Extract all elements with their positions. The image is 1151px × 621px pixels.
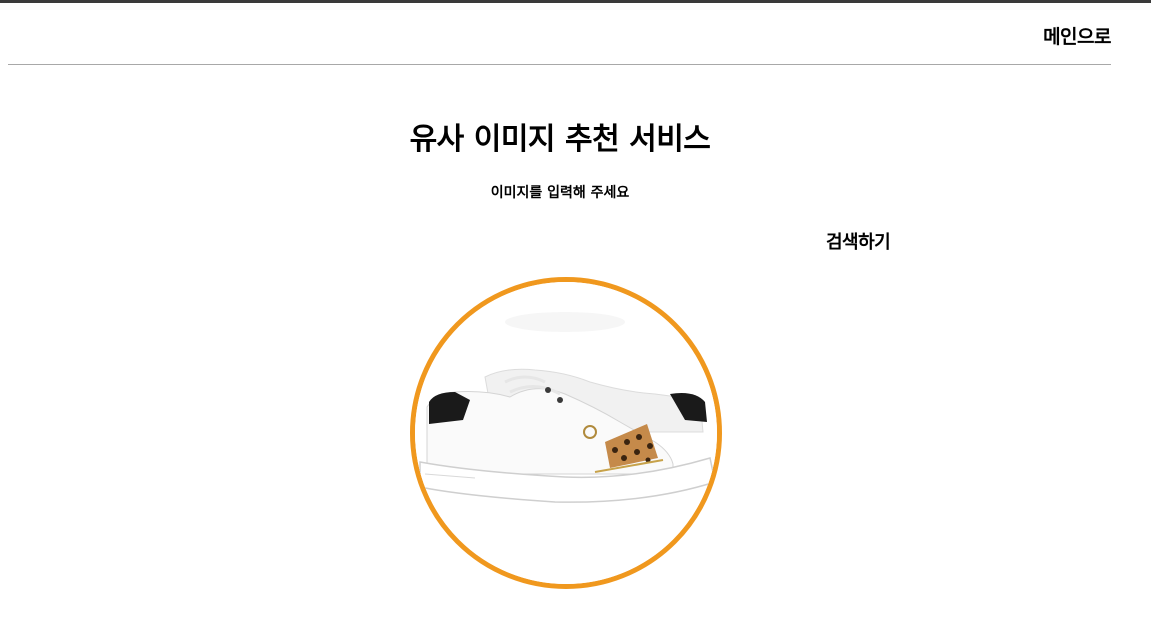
page-title: 유사 이미지 추천 서비스 [409, 122, 711, 157]
home-link[interactable]: 메인으로 [1043, 22, 1111, 49]
upload-instruction: 이미지를 입력해 주세요 [490, 185, 630, 201]
header: 메인으로 [8, 3, 1111, 65]
uploaded-image-preview[interactable] [410, 277, 722, 589]
sneaker-image [415, 282, 717, 584]
search-button[interactable]: 검색하기 [826, 228, 891, 254]
